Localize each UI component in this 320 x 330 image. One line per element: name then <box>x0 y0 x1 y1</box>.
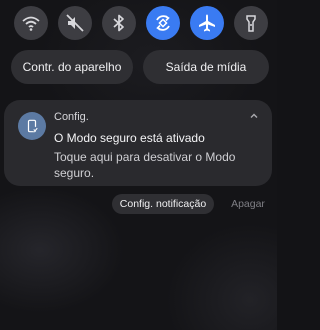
bluetooth-toggle[interactable] <box>102 6 136 40</box>
quick-settings-row <box>14 6 270 40</box>
wifi-icon <box>22 16 40 31</box>
notification-settings-button[interactable]: Config. notificação <box>112 194 214 214</box>
notification-app-name: Config. <box>54 111 89 123</box>
media-output-label: Saída de mídia <box>165 60 247 74</box>
wifi-toggle[interactable] <box>14 6 48 40</box>
notification-body: Toque aqui para desativar o Modo seguro. <box>54 150 236 180</box>
flashlight-toggle[interactable] <box>234 6 268 40</box>
phone-icon <box>27 119 38 133</box>
device-control-button[interactable]: Contr. do aparelho <box>11 50 133 84</box>
device-control-label: Contr. do aparelho <box>22 60 122 74</box>
mute-icon <box>66 14 84 32</box>
media-output-button[interactable]: Saída de mídia <box>143 50 269 84</box>
chevron-up-icon[interactable] <box>248 110 260 122</box>
airplane-icon <box>199 14 215 32</box>
safe-mode-notification[interactable]: Config. O Modo seguro está ativado Toque… <box>4 100 272 186</box>
clear-label: Apagar <box>231 198 265 210</box>
airplane-mode-toggle[interactable] <box>190 6 224 40</box>
notification-title: O Modo seguro está ativado <box>54 131 205 145</box>
sound-toggle[interactable] <box>58 6 92 40</box>
notification-settings-label: Config. notificação <box>119 198 207 210</box>
rotate-icon <box>156 15 170 31</box>
flashlight-icon <box>246 15 256 32</box>
auto-rotate-toggle[interactable] <box>146 6 180 40</box>
clear-button[interactable]: Apagar <box>220 194 276 214</box>
bluetooth-icon <box>113 14 124 32</box>
settings-app-icon <box>18 112 46 140</box>
